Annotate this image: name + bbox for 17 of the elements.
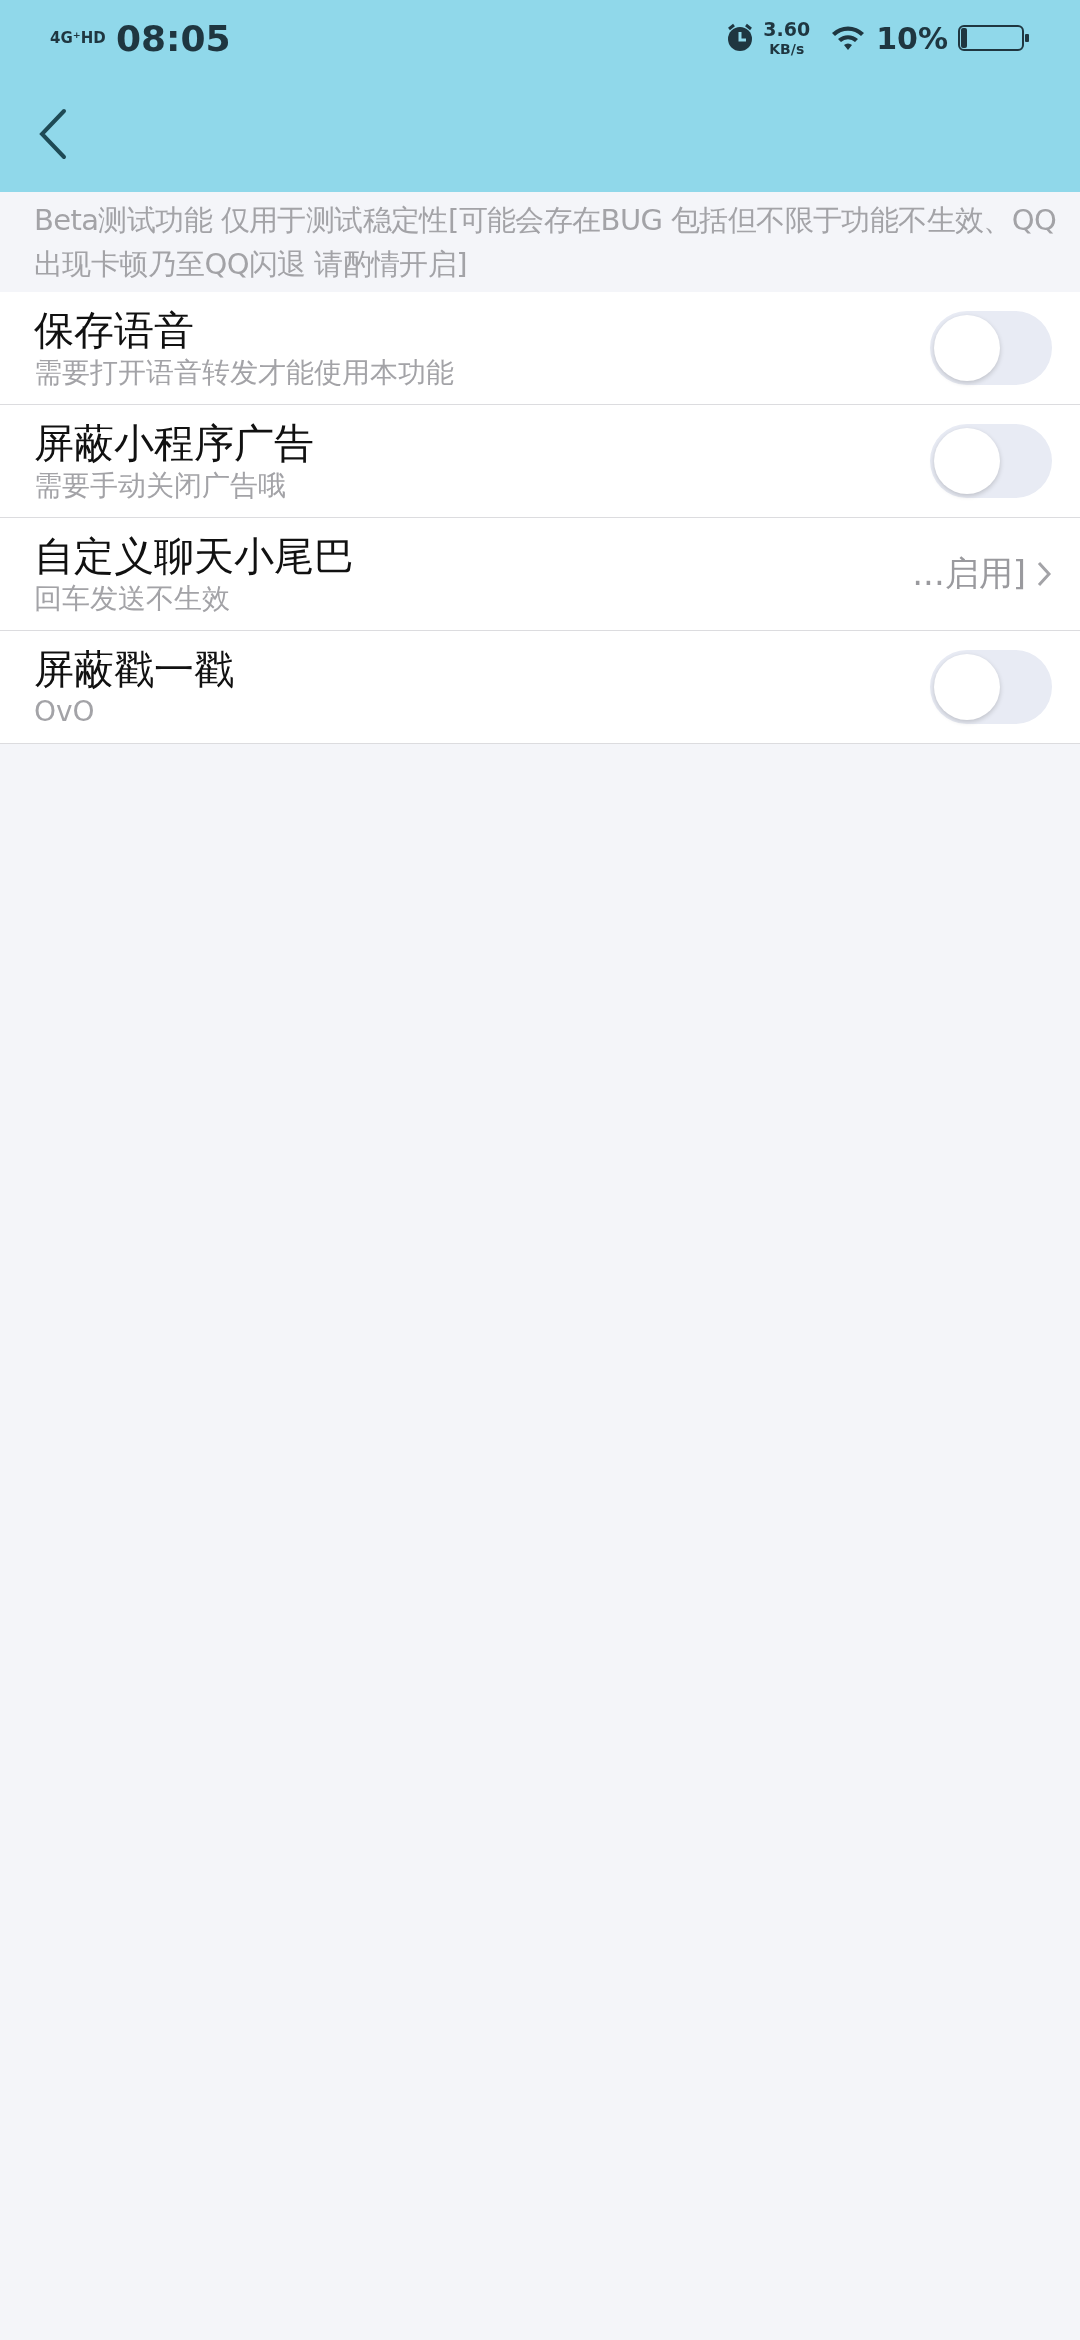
speed-unit: KB/s (769, 40, 805, 57)
setting-subtitle: 需要手动关闭广告哦 (34, 468, 287, 504)
beta-notice: Beta测试功能 仅用于测试稳定性[可能会存在BUG 包括但不限于功能不生效、QQ出现卡顿乃至QQ闪退 请酌情开启] (33, 202, 1058, 283)
setting-subtitle: OvO (34, 694, 96, 730)
battery-icon (958, 24, 1030, 52)
status-time: 08:05 (116, 17, 231, 59)
setting-subtitle: 回车发送不生效 (34, 581, 231, 617)
setting-title: 保存语音 (34, 306, 195, 355)
chevron-right-icon (1036, 560, 1052, 588)
wifi-icon (830, 24, 867, 52)
setting-title: 屏蔽戳一戳 (34, 645, 235, 694)
setting-title: 自定义聊天小尾巴 (34, 532, 355, 581)
setting-subtitle: 需要打开语音转发才能使用本功能 (34, 355, 455, 391)
setting-value-link[interactable]: ...启用] (912, 551, 1052, 597)
setting-title: 屏蔽小程序广告 (34, 419, 315, 468)
battery-percent: 10% (876, 20, 948, 56)
network-speed: 3.60 (763, 19, 811, 41)
